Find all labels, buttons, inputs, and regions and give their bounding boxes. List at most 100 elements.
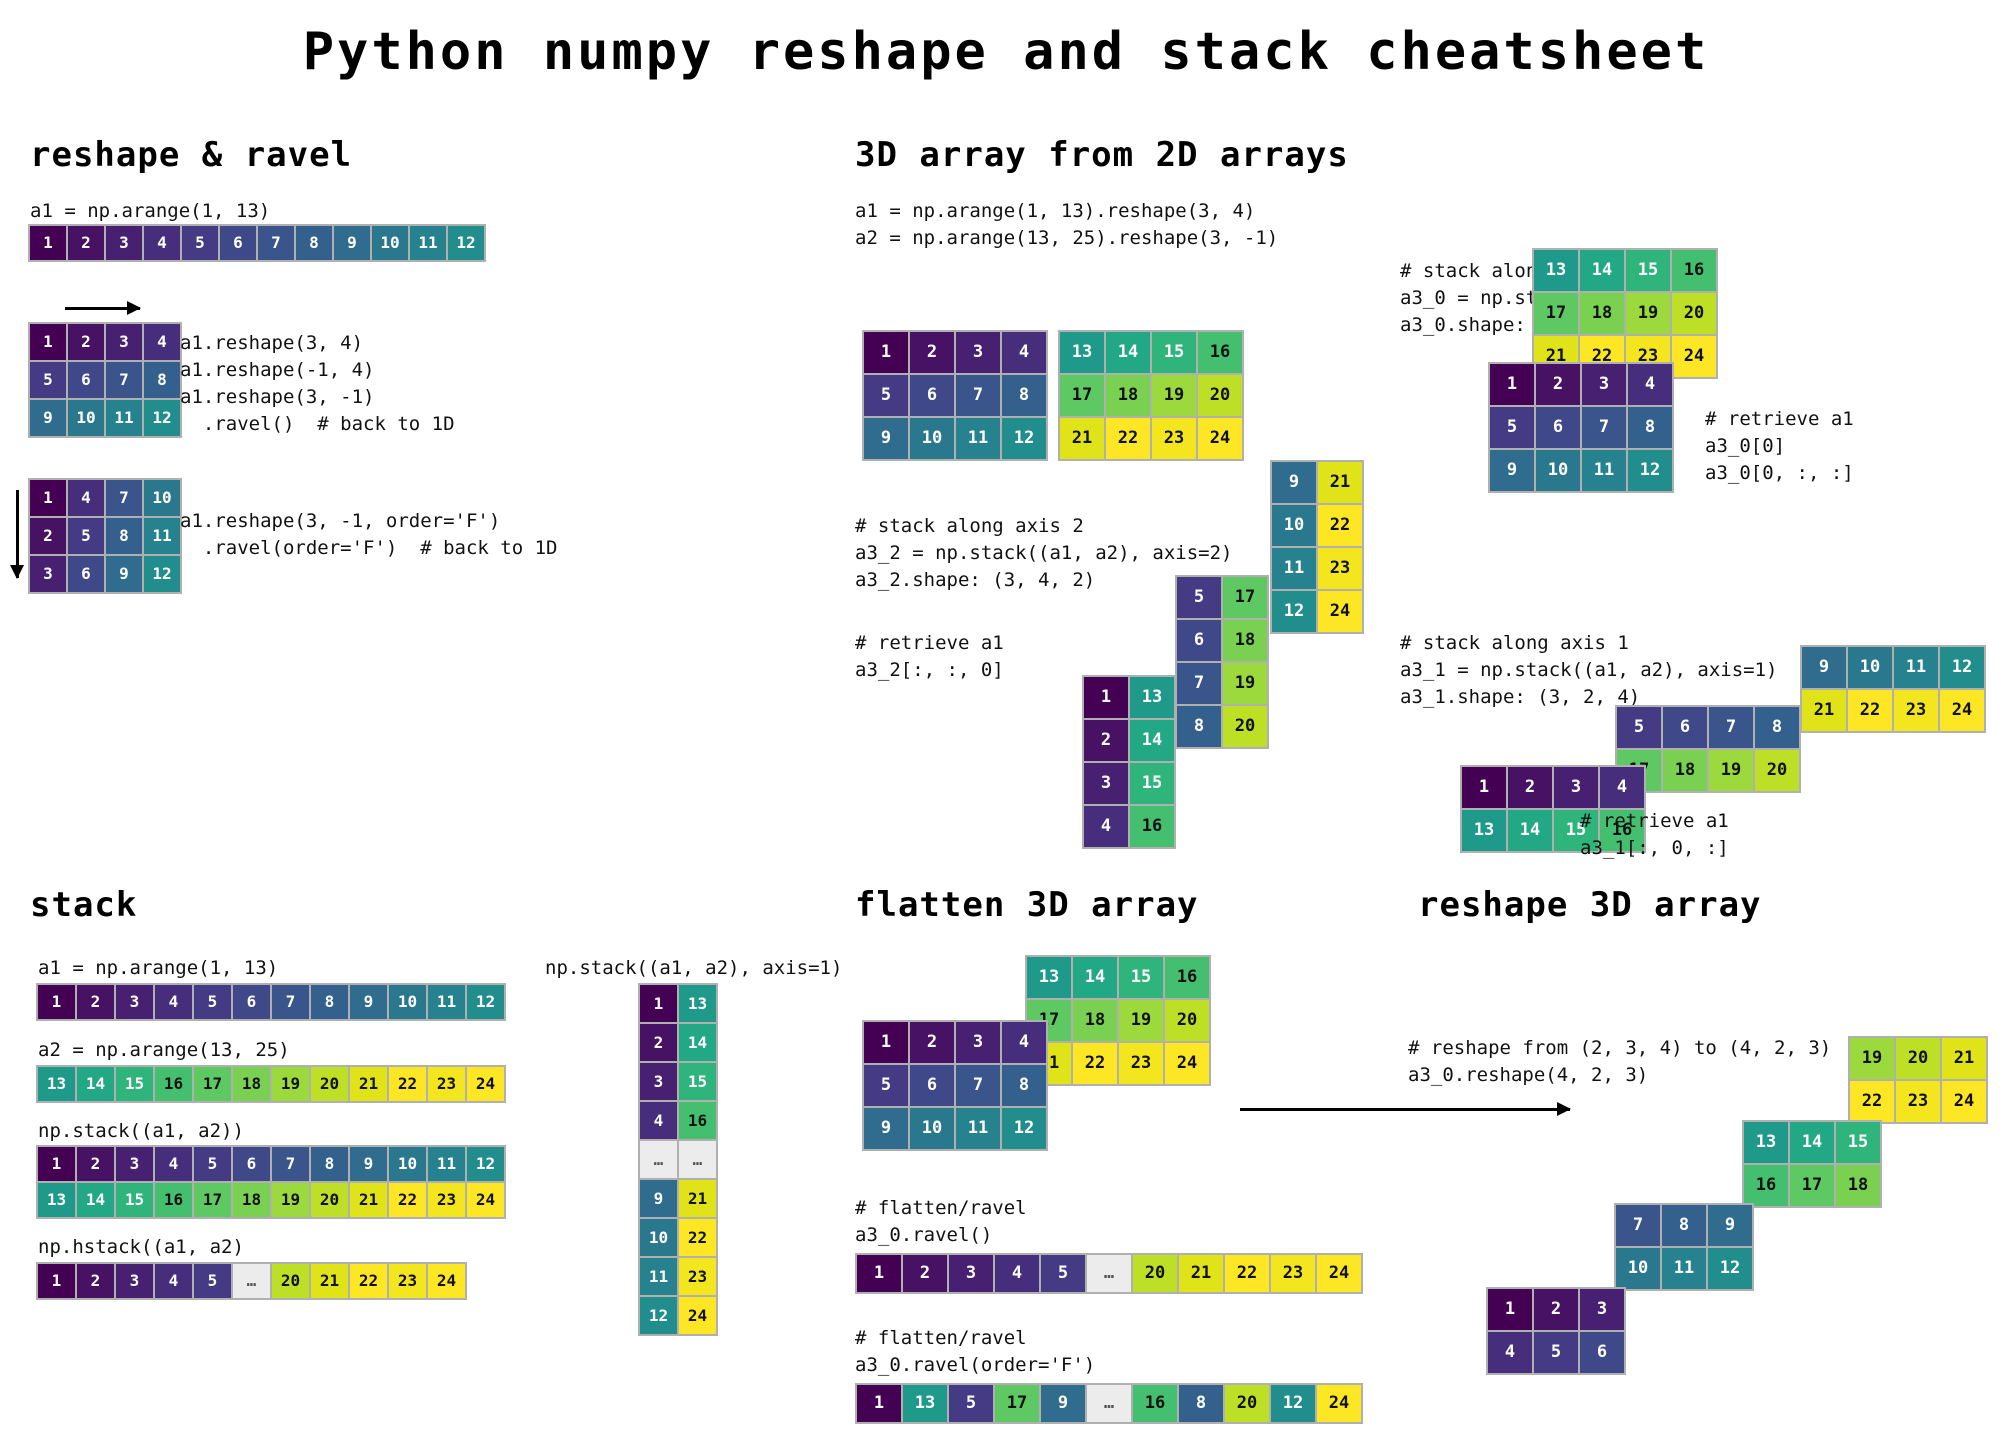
section-heading-reshape-ravel: reshape & ravel	[30, 135, 353, 175]
array-cell: 22	[1318, 505, 1362, 546]
array-cell: 18	[1073, 1000, 1117, 1041]
array-cell: 12	[448, 226, 484, 260]
array-cell: 19	[1850, 1038, 1894, 1079]
array-cell: 9	[864, 418, 908, 459]
code-flatten-ravel: # flatten/ravel a3_0.ravel()	[855, 1197, 1027, 1246]
array-cell: 11	[106, 400, 142, 436]
array-cell: 4	[144, 324, 180, 360]
array-cell: 8	[1179, 1385, 1223, 1422]
array-flatten-ravel-f: 1 13 5 17 9… 16 8 20 12 24	[855, 1383, 1363, 1424]
array-cell: 24	[1940, 690, 1984, 731]
array-cell: 7	[106, 362, 142, 398]
array-cell: 9	[864, 1108, 908, 1149]
array-cell: 21	[350, 1067, 387, 1101]
array-cell: 5	[1177, 577, 1221, 618]
array-cell: 6	[1663, 707, 1707, 748]
array-cell: 3	[106, 324, 142, 360]
array-cell: 12	[1272, 591, 1316, 632]
array-cell: 12	[144, 556, 180, 592]
array-cell: 21	[1802, 690, 1846, 731]
array-cell: 1	[864, 332, 908, 373]
array-cell: 24	[1165, 1043, 1209, 1084]
array-cell: 11	[1582, 450, 1626, 491]
array-flatten-ravel: 1 2 3 4 5… 20 21 22 23 24	[855, 1253, 1363, 1294]
array-cell: 14	[1790, 1122, 1834, 1163]
array-cell: 10	[1848, 647, 1892, 688]
array-cell: 17	[194, 1067, 231, 1101]
array-cell: 13	[1027, 957, 1071, 998]
array-cell: 23	[428, 1183, 465, 1217]
array-cell: 20	[272, 1264, 309, 1298]
array-cell: 4	[1628, 364, 1672, 405]
array-cell: 2	[910, 332, 954, 373]
grid-axis1-panel-0: 9 10 11 12 21 22 23 24	[1800, 645, 1986, 733]
array-cell: 3	[116, 1264, 153, 1298]
array-cell: 15	[1119, 957, 1163, 998]
array-cell: 21	[1942, 1038, 1986, 1079]
array-cell: 14	[77, 1067, 114, 1101]
array-cell: 2	[640, 1024, 677, 1061]
array-cell: 22	[1850, 1081, 1894, 1122]
array-cell: 10	[910, 418, 954, 459]
array-cell: 24	[1317, 1255, 1361, 1292]
code-stack-a2: a2 = np.arange(13, 25)	[38, 1039, 290, 1061]
array-cell: 7	[1709, 707, 1753, 748]
array-cell: 9	[334, 226, 370, 260]
grid-np-stack-axis1: 1 13 2 14 3 15 4 16…… 9 21 10 22 11 23 12 24	[638, 983, 718, 1336]
code-np-stack: np.stack((a1, a2))	[38, 1120, 244, 1142]
code-reshape-3d: # reshape from (2, 3, 4) to (4, 2, 3) a3…	[1408, 1037, 1832, 1086]
array-cell: 11	[956, 1108, 1000, 1149]
array-cell: 2	[68, 226, 104, 260]
array-cell: 23	[1896, 1081, 1940, 1122]
array-cell: 13	[1744, 1122, 1788, 1163]
array-cell: 9	[1041, 1385, 1085, 1422]
section-heading-stack: stack	[30, 885, 138, 925]
array-cell: 10	[68, 400, 104, 436]
array-cell: 9	[1272, 462, 1316, 503]
array-cell: 9	[1490, 450, 1534, 491]
array-cell: 4	[155, 1264, 192, 1298]
array-cell: 8	[144, 362, 180, 398]
column-order-arrow-icon	[10, 490, 24, 579]
array-cell: 13	[679, 985, 716, 1022]
array-cell: 3	[106, 226, 142, 260]
array-cell: 20	[1165, 1000, 1209, 1041]
array-cell: 11	[1662, 1248, 1706, 1289]
code-retrieve-axis0: # retrieve a1 a3_0[0] a3_0[0, :, :]	[1705, 408, 1854, 484]
array-cell: 15	[1130, 763, 1174, 804]
array-cell: 10	[389, 985, 426, 1019]
array-cell: 20	[311, 1067, 348, 1101]
array-cell: 10	[640, 1219, 677, 1256]
code-np-hstack: np.hstack((a1, a2)	[38, 1236, 244, 1258]
array-cell: 6	[68, 362, 104, 398]
array-cell: 17	[1534, 293, 1578, 334]
array-cell: 22	[1106, 418, 1150, 459]
array-cell: 1	[864, 1022, 908, 1063]
array-cell: 16	[1672, 250, 1716, 291]
array-stack-a2: 13 14 15 16 17 18 19 20 21 22 23 24	[36, 1065, 506, 1103]
array-cell: 23	[389, 1264, 426, 1298]
grid-reshape-c-order: 1 2 3 4 5 6 7 8 9 10 11 12	[28, 322, 182, 438]
array-cell: 3	[1582, 364, 1626, 405]
array-cell: 5	[182, 226, 218, 260]
array-cell: 1	[1462, 767, 1506, 808]
array-cell: 17	[1790, 1165, 1834, 1206]
grid-a2-2d: 13 14 15 16 17 18 19 20 21 22 23 24	[1058, 330, 1244, 461]
array-cell: 9	[350, 985, 387, 1019]
array-cell: 21	[1060, 418, 1104, 459]
array-cell: 24	[1318, 591, 1362, 632]
array-cell: 6	[910, 375, 954, 416]
array-cell: 17	[1223, 577, 1267, 618]
array-cell: 10	[144, 480, 180, 516]
array-cell: 16	[1744, 1165, 1788, 1206]
array-cell: 22	[350, 1264, 387, 1298]
array-cell: 5	[194, 1147, 231, 1181]
array-cell: 24	[1942, 1081, 1986, 1122]
grid-reshape3d-panel-2: 7 8 9 10 11 12	[1614, 1203, 1754, 1291]
array-cell: 24	[1317, 1385, 1361, 1422]
array-cell: 16	[155, 1183, 192, 1217]
array-cell: 24	[467, 1067, 504, 1101]
array-cell: 12	[467, 985, 504, 1019]
array-cell: 4	[1002, 1022, 1046, 1063]
array-cell: 15	[1152, 332, 1196, 373]
